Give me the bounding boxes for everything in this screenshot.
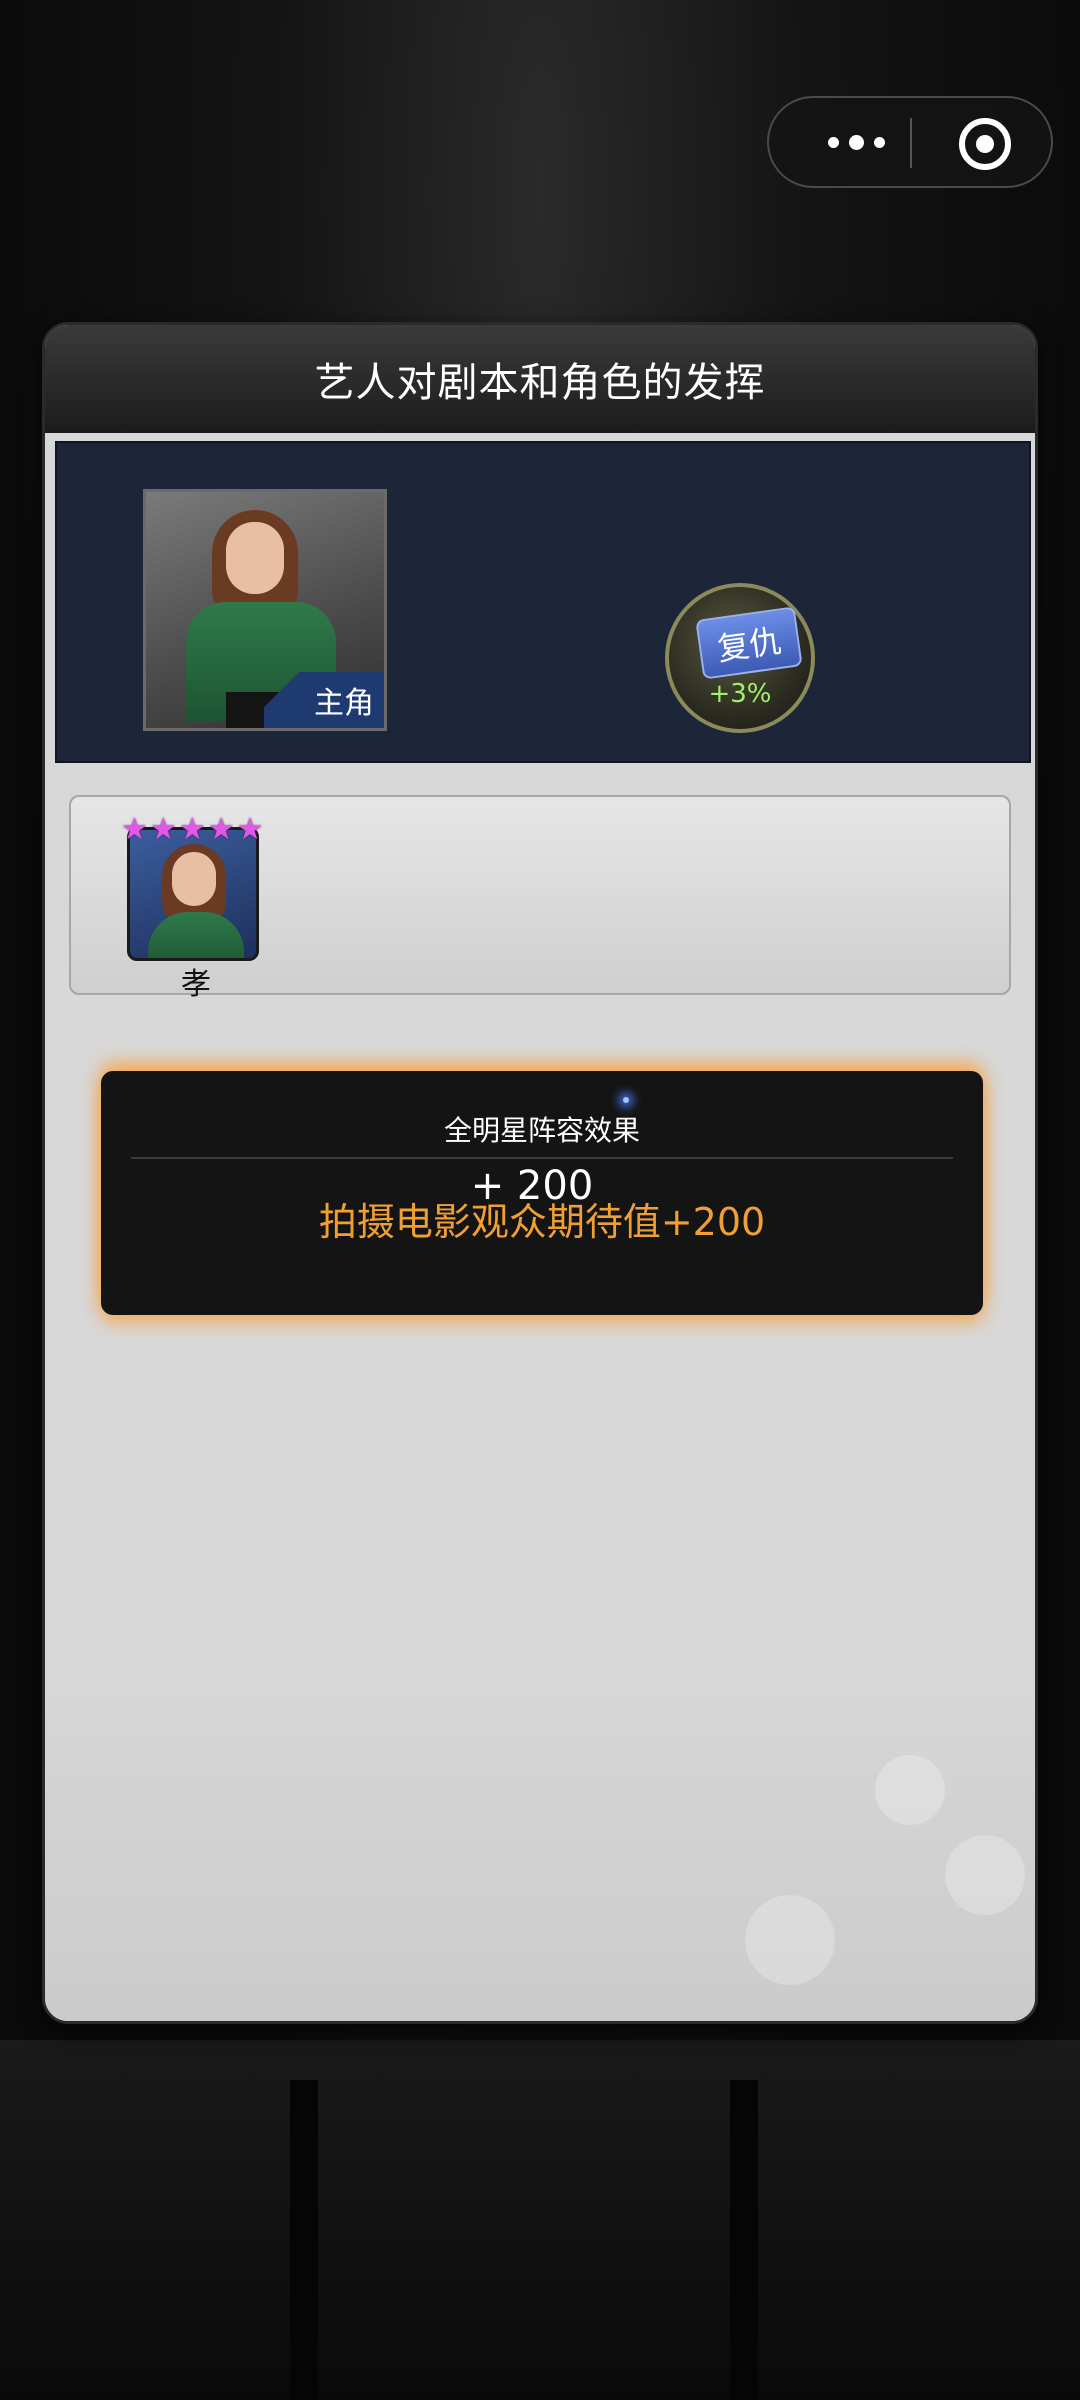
target-circle-icon[interactable] bbox=[959, 118, 1011, 170]
star-icon: ★ bbox=[178, 812, 206, 847]
effect-divider bbox=[131, 1157, 953, 1159]
panel-title: 艺人对剧本和角色的发挥 bbox=[314, 360, 766, 406]
skill-tag: 复仇 bbox=[695, 606, 803, 680]
supporting-cast-row: ★ ★ ★ ★ ★ 孝 bbox=[69, 795, 1011, 1002]
lead-actor-portrait[interactable]: 主角 bbox=[143, 489, 387, 731]
star-icon: ★ bbox=[236, 812, 264, 847]
decorative-bubble bbox=[875, 1755, 945, 1825]
cast-name: 孝 bbox=[181, 967, 211, 1002]
skill-bonus: +3% bbox=[708, 679, 772, 709]
decorative-bubble bbox=[945, 1835, 1025, 1915]
all-star-effect-box: 全明星阵容效果 + 200 拍摄电影观众期待值+200 bbox=[101, 1071, 983, 1315]
more-dots-icon[interactable] bbox=[811, 122, 901, 162]
all-star-effect-description: 拍摄电影观众期待值+200 bbox=[318, 1200, 766, 1244]
background-pole bbox=[290, 2080, 318, 2400]
all-star-effect-title: 全明星阵容效果 bbox=[443, 1114, 640, 1147]
star-icon: ★ bbox=[121, 812, 148, 847]
panel-header: 艺人对剧本和角色的发挥 bbox=[45, 325, 1035, 433]
cast-avatar[interactable] bbox=[127, 827, 259, 961]
star-rating: ★ ★ ★ ★ ★ bbox=[121, 815, 264, 845]
menu-capsule bbox=[767, 96, 1053, 188]
panel-footer-area bbox=[45, 1695, 1035, 2021]
game-background-bottom bbox=[0, 2040, 1080, 2400]
lead-role-label: 主角 bbox=[314, 686, 374, 721]
capsule-divider bbox=[910, 118, 912, 168]
lead-role-badge: 主角 bbox=[264, 672, 384, 728]
star-icon: ★ bbox=[207, 812, 235, 847]
sparkle-effect bbox=[623, 1097, 629, 1103]
skill-medal[interactable]: 复仇 +3% bbox=[665, 583, 815, 733]
skill-name: 复仇 bbox=[714, 621, 784, 669]
lead-role-section: 主角 复仇 +3% bbox=[55, 441, 1031, 763]
background-pole bbox=[730, 2080, 758, 2400]
star-icon: ★ bbox=[149, 812, 177, 847]
artist-performance-panel: 艺人对剧本和角色的发挥 主角 复仇 +3% ★ ★ ★ ★ ★ 孝 全明星阵容效… bbox=[42, 322, 1038, 2024]
decorative-bubble bbox=[745, 1895, 835, 1985]
